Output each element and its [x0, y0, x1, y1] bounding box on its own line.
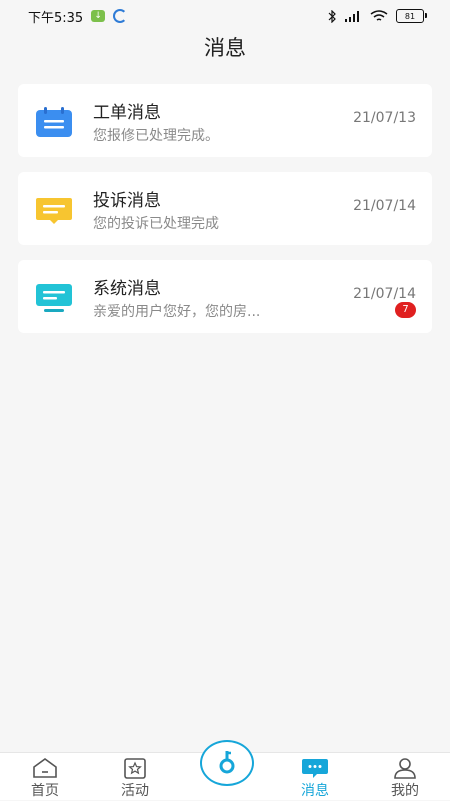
message-list: 工单消息 您报修已处理完成。 21/07/13 投诉消息 您的投诉已处理完成 2…: [18, 84, 432, 348]
message-item-system[interactable]: 系统消息 亲爱的用户您好，您的房... 21/07/14 7: [18, 260, 432, 333]
message-item-work-order[interactable]: 工单消息 您报修已处理完成。 21/07/13: [18, 84, 432, 157]
message-item-complaint[interactable]: 投诉消息 您的投诉已处理完成 21/07/14: [18, 172, 432, 245]
nav-mine[interactable]: 我的: [375, 757, 435, 801]
message-preview: 您的投诉已处理完成: [93, 216, 219, 232]
unread-badge: 7: [395, 302, 416, 318]
bluetooth-icon: [328, 9, 336, 23]
nav-messages-label: 消息: [301, 783, 329, 799]
center-key-button[interactable]: [200, 740, 254, 786]
message-icon: [302, 759, 328, 778]
message-date: 21/07/13: [353, 110, 416, 126]
signal-icon: [345, 11, 359, 22]
nav-home-label: 首页: [31, 783, 59, 799]
nav-messages[interactable]: 消息: [285, 757, 345, 801]
user-icon: [394, 758, 416, 779]
message-date: 21/07/14: [353, 286, 416, 302]
sync-icon: [113, 9, 128, 23]
wifi-icon: [370, 9, 388, 21]
battery-icon: 81: [396, 9, 427, 23]
complaint-icon: [36, 198, 72, 224]
page-title: 消息: [204, 36, 246, 60]
message-preview: 您报修已处理完成。: [93, 128, 219, 144]
home-icon: [33, 758, 57, 778]
activity-icon: [124, 758, 146, 779]
nav-activity-label: 活动: [121, 783, 149, 799]
battery-level: 81: [404, 11, 416, 21]
message-title: 投诉消息: [93, 191, 161, 211]
nav-activity[interactable]: 活动: [105, 757, 165, 801]
nav-mine-label: 我的: [391, 783, 419, 799]
work-order-icon: [36, 107, 72, 137]
nav-home[interactable]: 首页: [15, 757, 75, 801]
system-icon: [36, 284, 72, 312]
message-date: 21/07/14: [353, 198, 416, 214]
message-title: 系统消息: [93, 279, 161, 299]
key-icon: [219, 751, 235, 774]
message-title: 工单消息: [93, 103, 161, 123]
message-preview: 亲爱的用户您好，您的房...: [93, 304, 261, 320]
status-bar: 下午5:35 ↓ 81: [0, 0, 450, 32]
download-icon: ↓: [91, 10, 106, 22]
status-time: 下午5:35: [28, 10, 84, 26]
